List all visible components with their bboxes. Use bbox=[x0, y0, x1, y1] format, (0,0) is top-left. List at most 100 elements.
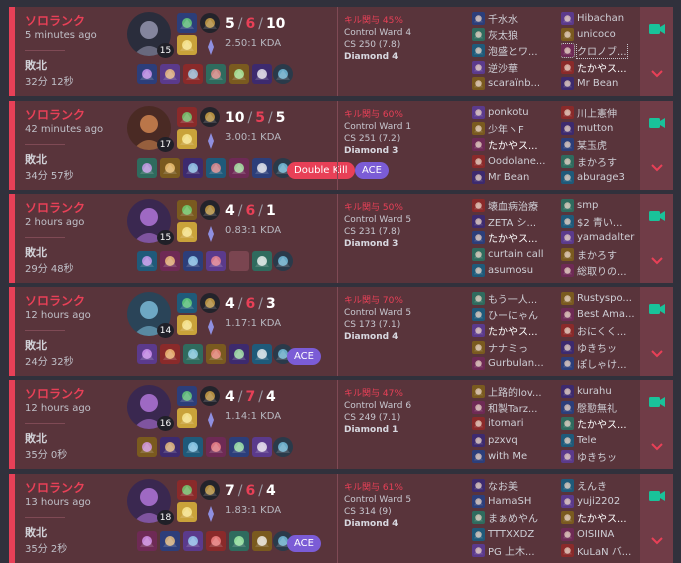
item-icon[interactable] bbox=[137, 64, 157, 84]
secondary-rune-icon[interactable] bbox=[201, 131, 221, 151]
team-player[interactable]: Hibachan bbox=[561, 10, 647, 26]
player-name[interactable]: Tele bbox=[577, 435, 597, 446]
team-player[interactable]: yamadalter bbox=[561, 230, 647, 246]
item-icon[interactable] bbox=[183, 64, 203, 84]
player-name[interactable]: OISIINA bbox=[577, 529, 614, 540]
trinket-icon[interactable] bbox=[273, 251, 293, 271]
item-icon[interactable] bbox=[206, 158, 226, 178]
player-name[interactable]: たかやス... bbox=[577, 416, 627, 431]
item-icon[interactable] bbox=[137, 437, 157, 457]
summoner-spell-icon[interactable] bbox=[177, 480, 197, 500]
record-video-button[interactable] bbox=[640, 7, 673, 51]
match-card[interactable]: ソロランク 2 hours ago 敗北 29分 48秒 15 4/6/1 0.83:1 K… bbox=[9, 194, 673, 283]
summoner-spell-icon[interactable] bbox=[177, 502, 197, 522]
summoner-spell-icon[interactable] bbox=[177, 107, 197, 127]
player-name[interactable]: 某玉虎 bbox=[577, 137, 607, 152]
player-name[interactable]: itomari bbox=[488, 418, 524, 429]
team-player[interactable]: 某玉虎 bbox=[561, 137, 647, 153]
team-player[interactable]: unicoco bbox=[561, 26, 647, 42]
player-name[interactable]: まかろす bbox=[577, 247, 617, 262]
team-player[interactable]: OISIINA bbox=[561, 526, 647, 542]
item-icon[interactable] bbox=[252, 531, 272, 551]
team-player[interactable]: まかろす bbox=[561, 153, 647, 169]
player-name[interactable]: TTTXXDZ bbox=[488, 529, 534, 540]
summoner-spell-icon[interactable] bbox=[177, 13, 197, 33]
item-icon[interactable] bbox=[206, 64, 226, 84]
item-icon[interactable] bbox=[183, 251, 203, 271]
summoner-spell-icon[interactable] bbox=[177, 35, 197, 55]
match-card[interactable]: ソロランク 42 minutes ago 敗北 34分 57秒 17 10/5/5 3.00… bbox=[9, 101, 673, 190]
record-video-button[interactable] bbox=[640, 101, 673, 145]
expand-match-button[interactable] bbox=[640, 146, 673, 190]
team-player[interactable]: Mr Bean bbox=[472, 170, 558, 186]
player-name[interactable]: 和製Tarz... bbox=[488, 400, 537, 415]
player-name[interactable]: HamaSH bbox=[488, 496, 531, 507]
summoner-spell-icon[interactable] bbox=[177, 386, 197, 406]
player-name[interactable]: ゆきちッ bbox=[577, 449, 617, 464]
match-card[interactable]: ソロランク 13 hours ago 敗北 35分 2秒 18 7/6/4 1.83:1 K… bbox=[9, 474, 673, 563]
team-player[interactable]: scaraïnb... bbox=[472, 76, 558, 92]
team-player[interactable]: Oodolane... bbox=[472, 153, 558, 169]
item-icon[interactable] bbox=[160, 251, 180, 271]
player-name[interactable]: なお美 bbox=[488, 478, 518, 493]
team-player[interactable]: 灰太狼 bbox=[472, 26, 558, 42]
player-name[interactable]: smp bbox=[577, 200, 598, 211]
player-name[interactable]: mutton bbox=[577, 123, 613, 134]
player-name[interactable]: pzxvq bbox=[488, 435, 518, 446]
team-player[interactable]: 慇懃無礼 bbox=[561, 399, 647, 415]
team-player[interactable]: 千水水 bbox=[472, 10, 558, 26]
team-player[interactable]: ぽしゃけ... bbox=[561, 356, 647, 372]
keystone-rune-icon[interactable] bbox=[200, 107, 220, 127]
item-icon[interactable] bbox=[183, 344, 203, 364]
player-name[interactable]: おにくく... bbox=[577, 323, 626, 338]
item-icon[interactable] bbox=[229, 344, 249, 364]
player-name[interactable]: 川上憲伸 bbox=[577, 105, 617, 120]
player-name[interactable]: たかやス... bbox=[488, 230, 538, 245]
team-player[interactable]: たかやス... bbox=[472, 137, 558, 153]
keystone-rune-icon[interactable] bbox=[200, 293, 220, 313]
item-icon[interactable] bbox=[183, 531, 203, 551]
trinket-icon[interactable] bbox=[273, 437, 293, 457]
team-player[interactable]: $2 青い... bbox=[561, 213, 647, 229]
item-icon[interactable] bbox=[137, 531, 157, 551]
team-player[interactable]: たかやス... bbox=[561, 510, 647, 526]
team-player[interactable]: まぁめやん bbox=[472, 510, 558, 526]
player-name[interactable]: 慇懃無礼 bbox=[577, 400, 617, 415]
team-player[interactable]: ゆきちッ bbox=[561, 339, 647, 355]
match-card[interactable]: ソロランク 5 minutes ago 敗北 32分 12秒 15 5/6/10 2.50:… bbox=[9, 7, 673, 96]
item-icon[interactable] bbox=[206, 531, 226, 551]
player-name[interactable]: たかやス... bbox=[488, 137, 538, 152]
team-player[interactable]: with Me bbox=[472, 449, 558, 465]
team-player[interactable]: 壊血病治療 bbox=[472, 197, 558, 213]
team-player[interactable]: なお美 bbox=[472, 477, 558, 493]
player-name[interactable]: ponkotu bbox=[488, 107, 529, 118]
item-icon[interactable] bbox=[206, 344, 226, 364]
item-icon[interactable] bbox=[160, 531, 180, 551]
team-player[interactable]: たかやス... bbox=[561, 416, 647, 432]
item-icon[interactable] bbox=[252, 437, 272, 457]
item-icon[interactable] bbox=[160, 158, 180, 178]
player-name[interactable]: まぁめやん bbox=[488, 510, 538, 525]
player-name[interactable]: Rustyspo... bbox=[577, 293, 632, 304]
summoner-spell-icon[interactable] bbox=[177, 315, 197, 335]
team-player[interactable]: たかやス... bbox=[472, 323, 558, 339]
trinket-icon[interactable] bbox=[273, 64, 293, 84]
team-player[interactable]: aburage3 bbox=[561, 170, 647, 186]
match-card[interactable]: ソロランク 12 hours ago 敗北 35分 0秒 16 4/7/4 1.14:1 K… bbox=[9, 380, 673, 469]
team-player[interactable]: PG 上木... bbox=[472, 543, 558, 559]
item-icon[interactable] bbox=[252, 64, 272, 84]
player-name[interactable]: 千水水 bbox=[488, 11, 518, 26]
player-name[interactable]: kurahu bbox=[577, 386, 612, 397]
item-icon[interactable] bbox=[160, 64, 180, 84]
team-player[interactable]: 総取りの... bbox=[561, 263, 647, 279]
expand-match-button[interactable] bbox=[640, 519, 673, 563]
player-name[interactable]: Oodolane... bbox=[488, 156, 545, 167]
item-icon[interactable] bbox=[229, 437, 249, 457]
player-name[interactable]: Best Ama... bbox=[577, 309, 635, 320]
team-player[interactable]: えんき bbox=[561, 477, 647, 493]
player-name[interactable]: 逆沙華 bbox=[488, 60, 518, 75]
player-name[interactable]: Mr Bean bbox=[488, 172, 529, 183]
player-name[interactable]: ひーにゃん bbox=[488, 307, 538, 322]
team-player[interactable]: まかろす bbox=[561, 246, 647, 262]
team-player[interactable]: itomari bbox=[472, 416, 558, 432]
